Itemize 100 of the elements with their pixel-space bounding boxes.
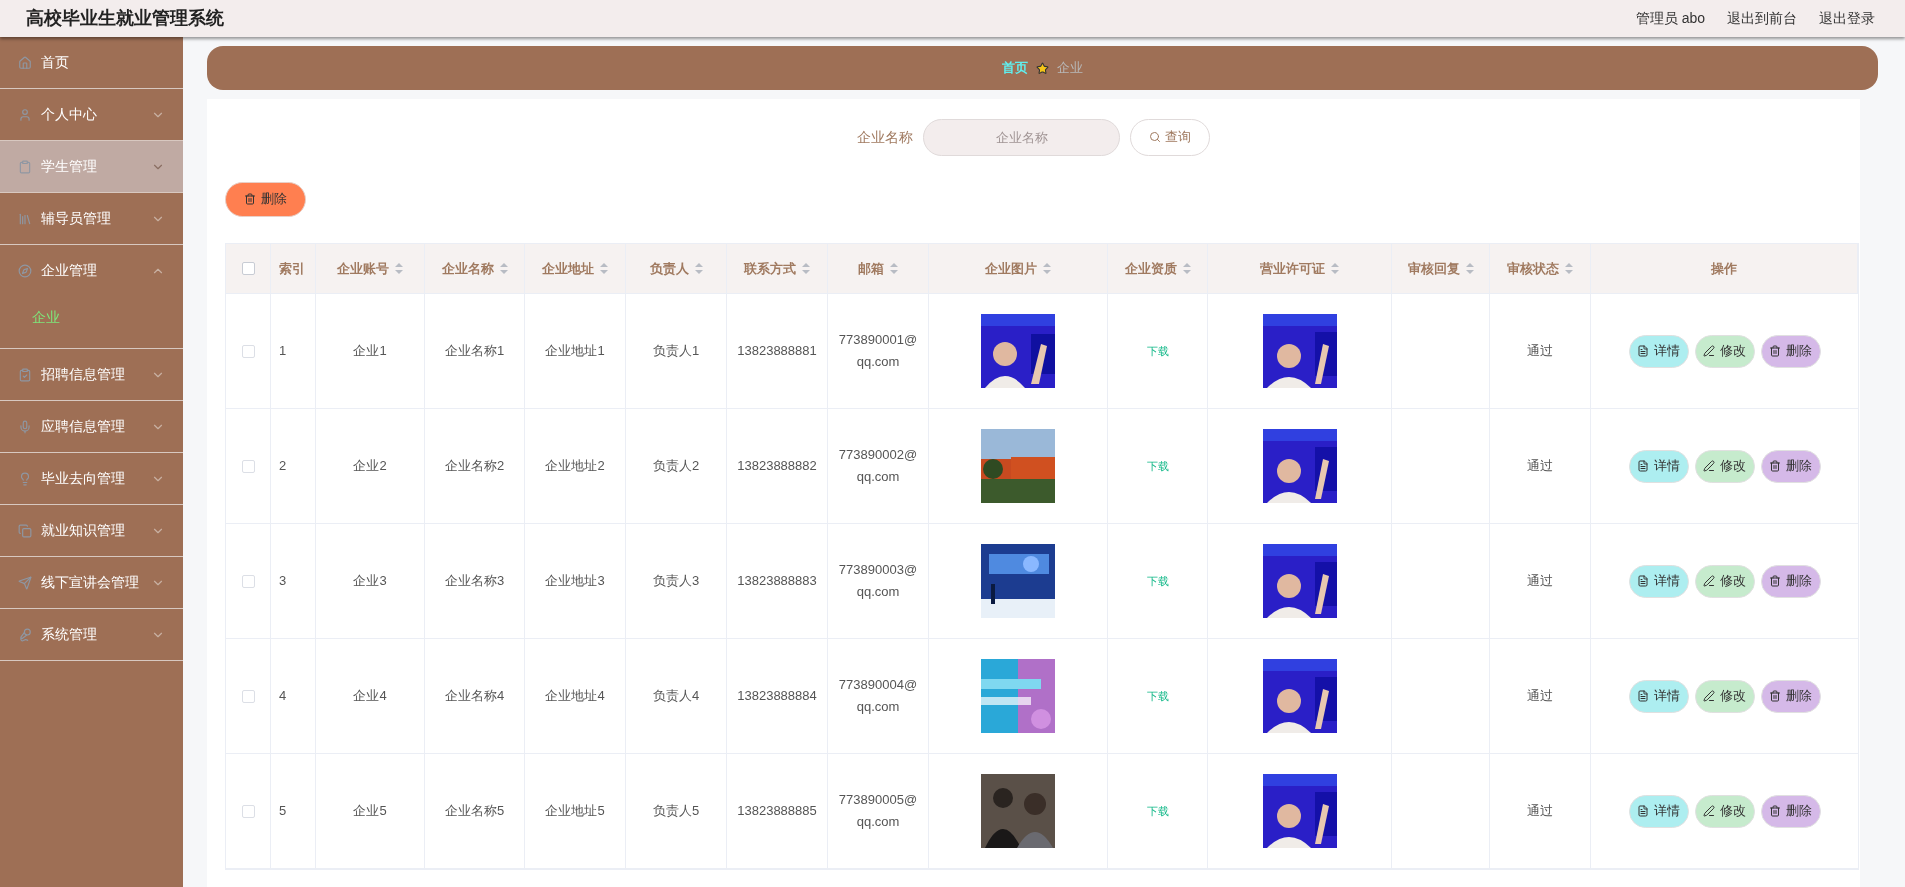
pen-icon: [1703, 690, 1715, 702]
details-button[interactable]: 详情: [1628, 564, 1689, 598]
edit-button[interactable]: 修改: [1694, 449, 1755, 483]
document-icon: [1637, 805, 1649, 817]
sidebar-item[interactable]: 辅导员管理: [0, 193, 183, 244]
clipboard-check-icon: [18, 367, 32, 382]
microphone-icon: [18, 419, 32, 434]
table-cell-text: 企业2: [353, 457, 387, 476]
table-cell-text: 企业3: [353, 572, 387, 591]
table-cell-text: 5: [279, 802, 287, 821]
checkbox[interactable]: [241, 689, 255, 703]
breadcrumb-link[interactable]: 首页: [1002, 58, 1028, 78]
column-header: 审核回复: [1407, 258, 1474, 279]
send-icon: [18, 575, 32, 590]
sort-icon[interactable]: [802, 263, 810, 274]
sort-icon[interactable]: [499, 263, 508, 274]
sort-icon[interactable]: [1465, 263, 1474, 274]
trash-icon: [1769, 690, 1781, 702]
sidebar-item[interactable]: 企业管理: [0, 245, 183, 296]
sort-icon[interactable]: [890, 263, 898, 274]
table-cell-text: 企业名称1: [444, 342, 505, 361]
compass-icon: [18, 263, 32, 278]
clipboard-icon: [18, 159, 32, 174]
header-link[interactable]: 管理员 abo: [1635, 8, 1705, 29]
sidebar-item[interactable]: 个人中心: [0, 89, 183, 140]
pen-icon: [1703, 345, 1715, 357]
table-cell-text: 企业名称3: [444, 572, 505, 591]
copy-icon: [18, 523, 32, 538]
sort-icon[interactable]: [694, 263, 703, 274]
checkbox[interactable]: [241, 344, 255, 358]
sort-icon[interactable]: [395, 263, 403, 274]
sidebar-item[interactable]: 系统管理: [0, 609, 183, 660]
table-cell-text: 1: [279, 342, 287, 361]
table-cell-text: 773890001@qq.com: [838, 331, 918, 371]
sidebar-item[interactable]: 毕业去向管理: [0, 453, 183, 504]
details-button[interactable]: 详情: [1628, 794, 1689, 828]
table-cell-text: 通过: [1527, 802, 1553, 821]
table-cell-text: 773890002@qq.com: [838, 446, 918, 486]
pen-icon: [1703, 805, 1715, 817]
sort-icon[interactable]: [1565, 263, 1573, 274]
app-title: 高校毕业生就业管理系统: [26, 7, 224, 30]
search-label: 企业名称: [857, 127, 913, 147]
checkbox[interactable]: [241, 804, 255, 818]
delete-button[interactable]: 删除: [1760, 564, 1821, 598]
details-button[interactable]: 详情: [1628, 334, 1689, 368]
sort-icon[interactable]: [1331, 263, 1339, 274]
header-link[interactable]: 退出登录: [1819, 8, 1875, 29]
edit-button[interactable]: 修改: [1694, 794, 1755, 828]
document-icon: [1637, 345, 1649, 357]
table-cell-text: 企业名称5: [444, 802, 505, 821]
table-cell-text: 企业地址4: [545, 687, 605, 706]
table-cell-text: 企业名称4: [444, 687, 505, 706]
checkbox[interactable]: [241, 262, 255, 275]
document-icon: [1637, 460, 1649, 472]
delete-button[interactable]: 删除: [225, 181, 306, 217]
sidebar-item[interactable]: 就业知识管理: [0, 505, 183, 556]
delete-button[interactable]: 删除: [1760, 449, 1821, 483]
checkbox[interactable]: [241, 459, 255, 473]
sidebar-item[interactable]: 线下宣讲会管理: [0, 557, 183, 608]
table-cell-text: 负责人1: [652, 342, 700, 361]
table-cell-text: 13823888883: [737, 572, 817, 591]
home-icon: [18, 55, 32, 70]
sort-icon[interactable]: [600, 263, 608, 274]
delete-button[interactable]: 删除: [1760, 679, 1821, 713]
column-header: 营业许可证: [1260, 258, 1339, 279]
edit-button[interactable]: 修改: [1694, 334, 1755, 368]
sidebar-item[interactable]: 应聘信息管理: [0, 401, 183, 452]
delete-button[interactable]: 删除: [1760, 334, 1821, 368]
sidebar-item[interactable]: 首页: [0, 37, 183, 88]
checkbox[interactable]: [241, 574, 255, 588]
column-header: 邮箱: [858, 258, 898, 279]
column-header: 企业地址: [542, 258, 608, 279]
sort-icon[interactable]: [1182, 263, 1191, 274]
search-button[interactable]: 查询: [1130, 118, 1210, 156]
pen-icon: [1703, 575, 1715, 587]
edit-button[interactable]: 修改: [1694, 564, 1755, 598]
table-cell-text: 负责人2: [652, 457, 700, 476]
table-cell-text: 企业地址5: [545, 802, 605, 821]
delete-button[interactable]: 删除: [1760, 794, 1821, 828]
trash-icon: [244, 193, 256, 205]
sort-icon[interactable]: [1043, 263, 1051, 274]
table-cell-text: 13823888882: [737, 457, 817, 476]
table-cell-text: 企业1: [353, 342, 387, 361]
sidebar-subitem[interactable]: 企业: [0, 296, 183, 338]
sidebar-item[interactable]: 招聘信息管理: [0, 349, 183, 400]
trash-icon: [1769, 345, 1781, 357]
details-button[interactable]: 详情: [1628, 679, 1689, 713]
details-button[interactable]: 详情: [1628, 449, 1689, 483]
header-link[interactable]: 退出到前台: [1727, 8, 1797, 29]
search-field[interactable]: 企业名称: [923, 118, 1120, 156]
table-cell-text: 通过: [1527, 572, 1553, 591]
table-cell-text: 通过: [1527, 687, 1553, 706]
table-cell-text: 3: [279, 572, 287, 591]
pen-icon: [1703, 460, 1715, 472]
table-cell-text: 企业4: [353, 687, 387, 706]
table-cell-text: 773890004@qq.com: [838, 676, 918, 716]
edit-button[interactable]: 修改: [1694, 679, 1755, 713]
table-cell-text: 2: [279, 457, 287, 476]
breadcrumb-current: 企业: [1057, 59, 1083, 78]
column-header: 企业资质: [1124, 258, 1191, 279]
